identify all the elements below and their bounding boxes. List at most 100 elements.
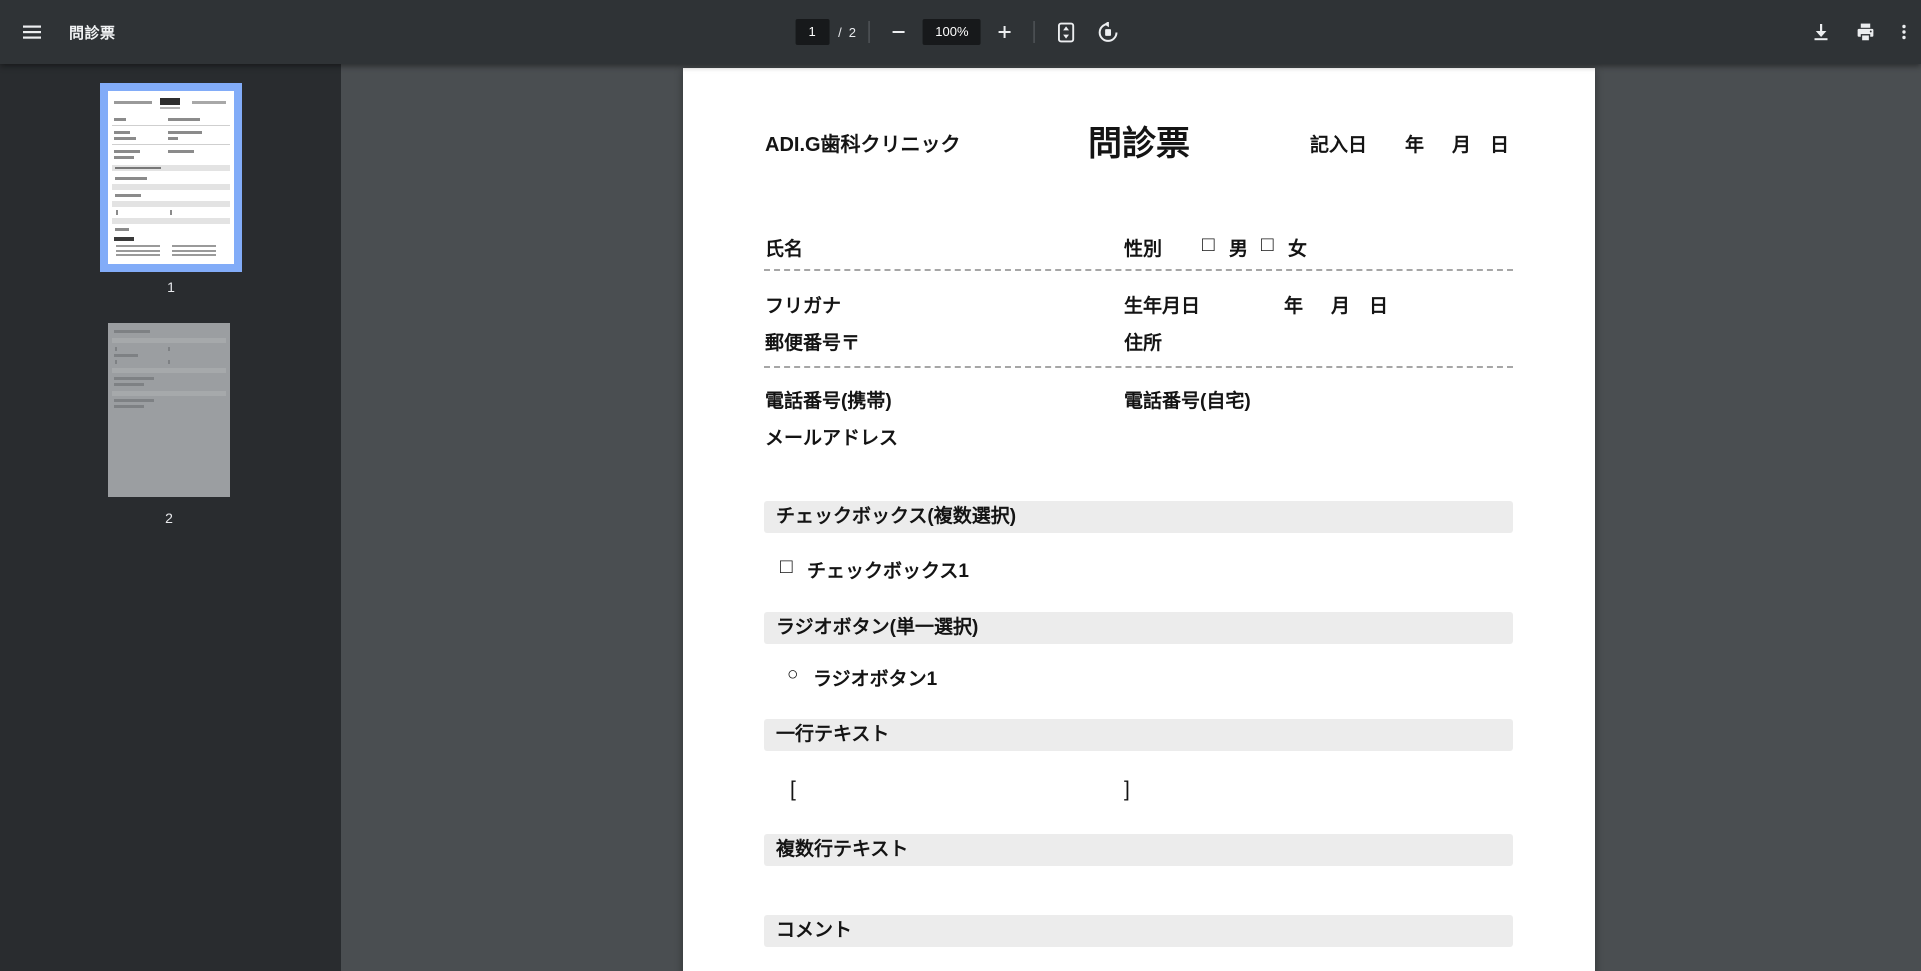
field-postal-label: 郵便番号〒: [765, 333, 861, 354]
thumb-line: [112, 184, 230, 190]
minus-icon: [892, 31, 905, 33]
checkbox-icon: □: [1202, 233, 1215, 256]
entry-date-day: 日: [1490, 135, 1510, 156]
thumb-line: [172, 249, 216, 252]
thumb-line: [114, 156, 134, 159]
thumb-line: [115, 360, 117, 364]
thumb-line: [114, 131, 130, 134]
page-2-thumbnail-label[interactable]: 2: [149, 510, 189, 526]
thumb-line: [115, 166, 161, 169]
thumb-line: [172, 245, 216, 247]
birth-day: 日: [1369, 296, 1389, 317]
gender-male-label: 男: [1229, 239, 1249, 260]
section-single-line-header: 一行テキスト: [764, 719, 1513, 751]
thumb-line: [114, 137, 136, 140]
rotate-button[interactable]: [1090, 14, 1126, 50]
thumb-line: [114, 377, 154, 380]
toolbar-separator: [868, 21, 870, 43]
thumb-line: [114, 354, 138, 357]
thumb-line: [168, 150, 194, 153]
clinic-name: ADI.G歯科クリニック: [765, 134, 961, 156]
thumb-line: [115, 194, 141, 197]
birth-month: 月: [1331, 296, 1351, 317]
section-comment-header: コメント: [764, 915, 1513, 947]
bracket-open: [: [790, 778, 796, 801]
thumb-line: [112, 218, 230, 224]
zoom-in-button[interactable]: [989, 16, 1021, 48]
pdf-page-1: 問診票 ADI.G歯科クリニック 記入日 年 月 日 氏名 性別 □ 男 □ 女…: [683, 68, 1595, 971]
radio-item-label: ラジオボタン1: [813, 669, 938, 690]
zoom-level-input[interactable]: 100%: [922, 19, 981, 45]
thumb-line: [115, 177, 147, 180]
fit-to-page-button[interactable]: [1048, 14, 1084, 50]
bracket-close: ]: [1124, 778, 1130, 801]
thumb-line: [112, 338, 226, 343]
dashed-divider: [764, 366, 1513, 368]
download-button[interactable]: [1801, 12, 1841, 52]
thumb-line: [115, 228, 129, 231]
plus-icon: [998, 26, 1011, 38]
page-divider: /: [838, 24, 842, 40]
page-total: 2: [848, 24, 856, 40]
thumb-line: [114, 383, 144, 386]
document-viewer: 問診票 ADI.G歯科クリニック 記入日 年 月 日 氏名 性別 □ 男 □ 女…: [341, 64, 1921, 971]
entry-date-year: 年: [1405, 135, 1425, 156]
zoom-out-button[interactable]: [883, 16, 915, 48]
thumb-line: [172, 254, 216, 256]
hamburger-icon: [23, 25, 41, 39]
section-checkbox-header: チェックボックス(複数選択): [764, 501, 1513, 533]
checkbox-icon: □: [1261, 233, 1274, 256]
thumb-line: [170, 210, 172, 215]
radio-icon: ○: [787, 664, 799, 685]
thumb-line: [114, 405, 144, 408]
entry-date-label: 記入日: [1310, 135, 1368, 156]
thumb-line: [168, 137, 178, 140]
thumb-line: [112, 144, 230, 145]
page-1-thumbnail-label[interactable]: 1: [151, 279, 191, 295]
thumb-line: [160, 98, 180, 105]
more-options-icon[interactable]: [1889, 12, 1919, 52]
thumb-line: [112, 391, 226, 396]
thumb-line: [114, 399, 154, 402]
birth-year: 年: [1284, 296, 1304, 317]
thumb-line: [116, 210, 118, 215]
field-phone-mobile-label: 電話番号(携帯): [765, 391, 892, 412]
page-number-input[interactable]: 1: [795, 19, 830, 45]
toolbar-right: [1801, 0, 1919, 64]
thumb-line: [116, 254, 160, 256]
thumb-line: [168, 131, 202, 134]
gender-female-label: 女: [1288, 239, 1308, 260]
thumbnail-sidebar: 1 2: [0, 64, 341, 971]
toolbar-center-controls: 1 / 2 100%: [795, 0, 1126, 64]
page-2-thumbnail[interactable]: [108, 323, 230, 497]
kebab-menu-icon: [1902, 24, 1906, 40]
print-button[interactable]: [1845, 12, 1885, 52]
pdf-viewer-app: 問診票 1 / 2 100% 1 2 問診票 ADI.G歯科クリニック 記入日 …: [0, 0, 1921, 971]
rotate-counterclockwise-icon: [1098, 21, 1118, 42]
thumb-line: [114, 330, 150, 333]
thumb-line: [112, 201, 230, 207]
field-furigana-label: フリガナ: [765, 296, 842, 317]
thumb-line: [112, 368, 226, 373]
field-name-label: 氏名: [765, 239, 804, 260]
field-gender-label: 性別: [1124, 239, 1163, 260]
page-1-thumbnail[interactable]: [100, 83, 242, 272]
pdf-toolbar: 問診票 1 / 2 100%: [0, 0, 1921, 64]
field-email-label: メールアドレス: [765, 428, 899, 449]
print-icon: [1857, 23, 1873, 41]
thumb-line: [114, 150, 140, 153]
thumb-line: [116, 249, 160, 252]
thumb-line: [160, 107, 180, 109]
thumb-line: [112, 125, 230, 126]
fit-to-page-icon: [1057, 22, 1075, 42]
dashed-divider: [764, 269, 1513, 271]
menu-icon[interactable]: [12, 12, 52, 52]
checkbox-icon: □: [780, 555, 793, 578]
thumb-line: [168, 347, 170, 351]
download-icon: [1814, 24, 1828, 41]
thumb-line: [115, 347, 117, 351]
checkbox-item-label: チェックボックス1: [807, 561, 969, 582]
toolbar-left: 問診票: [0, 0, 116, 64]
thumb-line: [192, 101, 226, 104]
thumb-line: [114, 237, 134, 241]
